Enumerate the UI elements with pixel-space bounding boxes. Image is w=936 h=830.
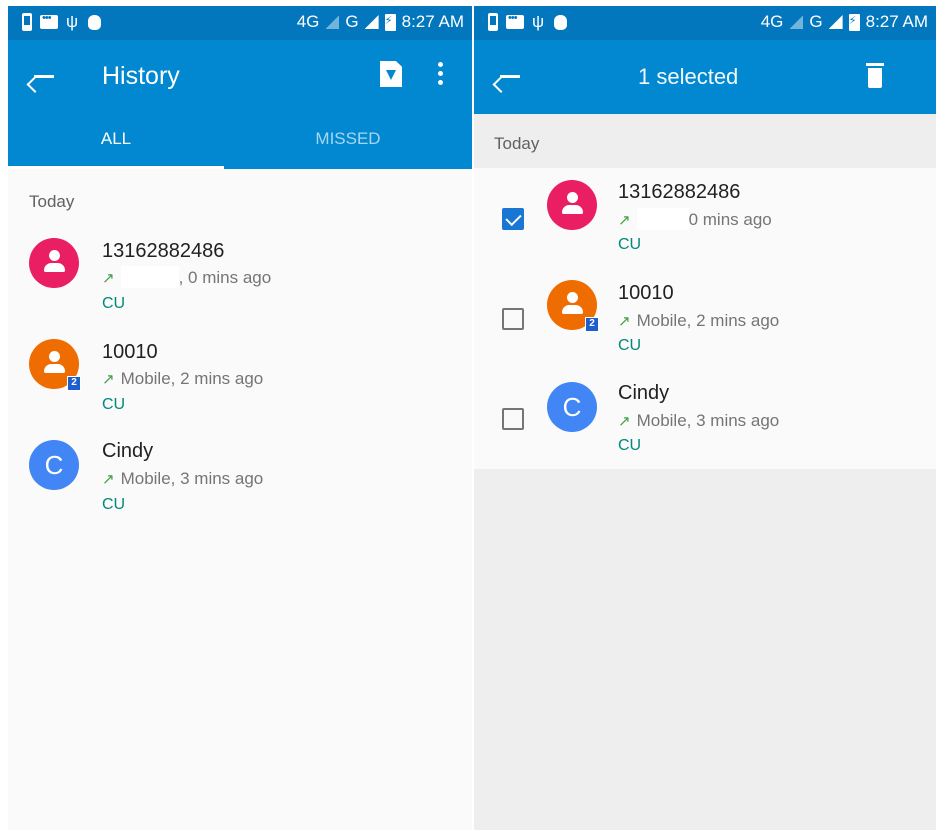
outgoing-call-arrow-icon: ↗ [618,313,631,330]
avatar[interactable] [29,238,79,288]
selection-app-bar: 1 selected [474,40,936,114]
sim-card-icon[interactable] [380,61,402,87]
contact-name: Cindy [618,382,670,404]
page-title: History [102,62,180,90]
call-log-row[interactable]: 13162882486 ↗ 0 mins ago CU [474,168,936,268]
carrier-label: CU [102,295,126,312]
status-right: 4G G 8:27 AM [761,12,928,32]
clock: 8:27 AM [865,12,928,31]
call-log-row[interactable]: 2 10010 ↗ Mobile, 2 mins ago CU [474,268,936,368]
call-log-row[interactable]: C Cindy ↗ Mobile, 3 mins ago CU [8,432,472,532]
message-notification-icon [506,12,524,29]
person-icon [44,351,65,377]
signal-icon [364,15,379,29]
tab-missed[interactable]: MISSED [224,114,472,169]
outgoing-call-arrow-icon: ↗ [102,371,115,388]
notification-icons: ψ [488,12,567,31]
contact-name: 10010 [102,341,158,363]
call-detail: ↗ 0 mins ago [618,208,772,231]
tab-indicator [8,166,224,169]
arrow-back-icon[interactable] [498,64,522,88]
network-type-2: G [345,12,359,31]
contact-name: 13162882486 [618,181,741,203]
usb-icon: ψ [532,12,545,31]
contact-name: 10010 [618,282,674,304]
sim-badge: 2 [585,317,599,332]
signal-icon [828,15,843,29]
call-log-list: 13162882486 ↗ 0 mins ago CU 2 10010 ↗ Mobi… [474,168,936,469]
person-icon [562,192,583,218]
usb-icon: ψ [66,12,79,31]
tab-all[interactable]: ALL [8,114,224,169]
avatar-letter[interactable]: C [547,382,597,432]
arrow-back-icon[interactable] [32,64,56,88]
status-bar: ψ 4G G 8:27 AM [474,6,936,40]
carrier-label: CU [102,396,126,413]
call-log-row[interactable]: C Cindy ↗ Mobile, 3 mins ago CU [474,368,936,468]
more-vert-icon[interactable] [438,62,444,88]
call-log-row[interactable]: 13162882486 ↗, 0 mins ago CU [8,230,472,330]
status-bar: ψ 4G G 8:27 AM [8,6,472,40]
battery-charging-icon [848,13,860,31]
avatar-letter[interactable]: C [29,440,79,490]
row-checkbox[interactable] [502,308,524,330]
contact-name: 13162882486 [102,240,225,262]
row-checkbox[interactable] [502,408,524,430]
sim-badge: 2 [67,376,81,391]
signal-icon [789,15,804,29]
outgoing-call-arrow-icon: ↗ [618,212,631,229]
person-icon [562,292,583,318]
contact-name: Cindy [102,440,154,462]
carrier-label: CU [618,236,642,253]
call-log-row[interactable]: 2 10010 ↗ Mobile, 2 mins ago CU [8,331,472,431]
carrier-label: CU [618,437,642,454]
history-screen: ψ 4G G 8:27 AM History ALL MISSED Today … [8,6,472,830]
signal-icon [325,15,340,29]
debug-icon [554,15,567,30]
selection-count: 1 selected [638,64,739,89]
trash-icon[interactable] [866,62,884,88]
section-header-today: Today [29,192,75,211]
row-checkbox[interactable] [502,208,524,230]
call-detail: ↗ Mobile, 2 mins ago [102,369,264,388]
call-detail: ↗ Mobile, 3 mins ago [102,469,264,488]
tab-bar: ALL MISSED [8,114,472,169]
network-type: 4G [760,12,784,31]
carrier-label: CU [618,337,642,354]
debug-icon [88,15,101,30]
phone-notification-icon [22,13,32,31]
outgoing-call-arrow-icon: ↗ [102,471,115,488]
battery-charging-icon [384,13,396,31]
section-header-today: Today [494,134,540,153]
notification-icons: ψ [22,12,101,31]
clock: 8:27 AM [401,12,464,31]
status-right: 4G G 8:27 AM [297,12,464,32]
outgoing-call-arrow-icon: ↗ [102,270,115,287]
app-bar: History [8,40,472,114]
redacted-region [120,266,179,289]
avatar[interactable]: 2 [29,339,81,391]
avatar[interactable]: 2 [547,280,599,332]
call-detail: ↗, 0 mins ago [102,266,272,289]
avatar[interactable] [547,180,597,230]
network-type: 4G [296,12,320,31]
phone-notification-icon [488,13,498,31]
network-type-2: G [809,12,823,31]
person-icon [44,250,65,276]
call-detail: ↗ Mobile, 2 mins ago [618,311,780,330]
carrier-label: CU [102,496,126,513]
message-notification-icon [40,12,58,29]
redacted-region [636,208,689,231]
outgoing-call-arrow-icon: ↗ [618,413,631,430]
selection-screen: ψ 4G G 8:27 AM 1 selected Today 13162882… [474,6,936,830]
call-detail: ↗ Mobile, 3 mins ago [618,411,780,430]
